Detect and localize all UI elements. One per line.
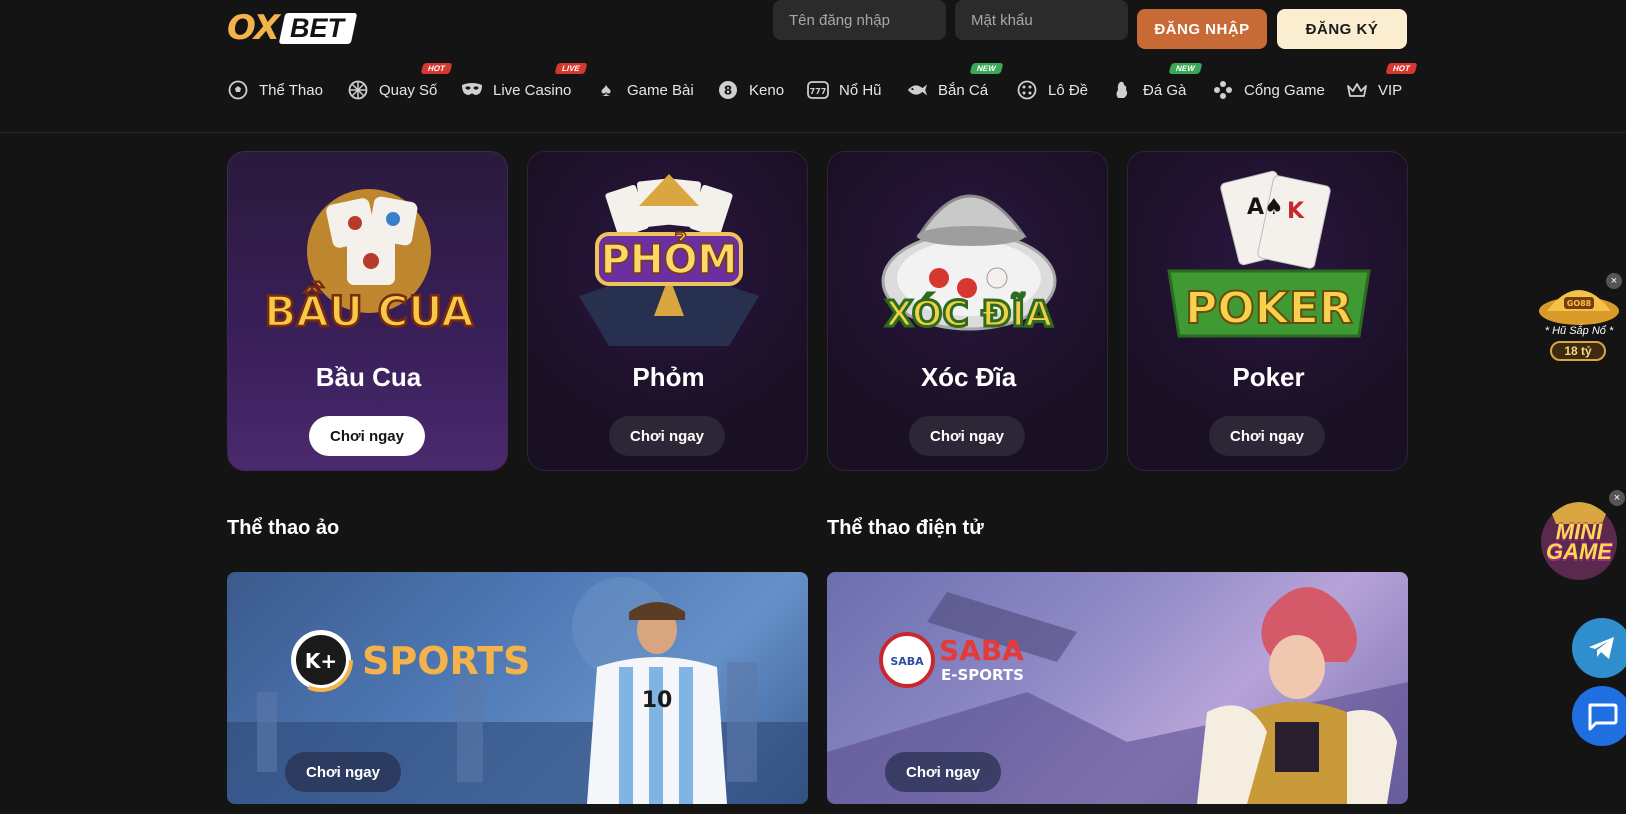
site-header: OX BET ĐĂNG NHẬP ĐĂNG KÝ Thể Thao Quay S…: [0, 0, 1626, 133]
game-title: Phỏm: [632, 362, 705, 392]
keno-ball-icon: 8: [717, 79, 739, 101]
svg-text:A♠: A♠: [1247, 195, 1284, 220]
rooster-icon: [1111, 79, 1133, 101]
jackpot-widget[interactable]: GO88 × * Hũ Sắp Nổ * 18 tỷ: [1532, 273, 1626, 367]
svg-text:K: K: [1287, 199, 1305, 224]
nav-item-ban-ca[interactable]: Bắn Cá NEW: [906, 63, 1004, 110]
live-badge: LIVE: [554, 63, 587, 74]
mask-icon: [461, 79, 483, 101]
gamepad-icon: [1212, 79, 1234, 101]
svg-text:BẦU CUA: BẦU CUA: [264, 281, 474, 336]
svg-text:PHỎM: PHỎM: [600, 230, 737, 283]
play-now-button[interactable]: Chơi ngay: [1209, 416, 1325, 456]
game-card-xoc-dia[interactable]: XÓC ĐĨA Xóc Đĩa Chơi ngay: [827, 151, 1108, 471]
hot-badge: HOT: [1385, 63, 1418, 74]
nav-item-no-hu[interactable]: 777 Nổ Hũ: [807, 70, 882, 110]
svg-text:K+: K+: [305, 649, 337, 673]
nav-item-live-casino[interactable]: Live Casino LIVE: [461, 63, 587, 110]
virtual-sports-banner[interactable]: K+ SPORTS 10 Chơi ngay: [227, 572, 808, 804]
svg-text:POKER: POKER: [1185, 283, 1353, 334]
svg-text:777: 777: [810, 87, 827, 96]
nav-item-game-bai[interactable]: ♠ Game Bài: [595, 70, 694, 110]
nav-label: Nổ Hũ: [839, 81, 882, 99]
nav-label: Cổng Game: [1244, 81, 1325, 99]
nav-label: Keno: [749, 81, 785, 99]
crown-icon: [1346, 79, 1368, 101]
svg-text:E-SPORTS: E-SPORTS: [941, 666, 1024, 684]
close-icon[interactable]: ×: [1606, 273, 1622, 289]
fish-icon: [906, 79, 928, 101]
svg-text:GO88: GO88: [1567, 299, 1592, 308]
chat-bubble-icon: [1588, 703, 1618, 731]
nav-item-quay-so[interactable]: Quay Số HOT: [347, 63, 453, 110]
nav-label: Live Casino: [493, 81, 572, 99]
logo-ox-text: OX: [227, 8, 280, 48]
play-now-button[interactable]: Chơi ngay: [285, 752, 401, 792]
nav-label: Thể Thao: [259, 81, 323, 99]
section-title-virtual-sports: Thể thao ảo: [227, 517, 340, 539]
site-logo[interactable]: OX BET: [227, 8, 358, 48]
nav-label: Game Bài: [627, 81, 694, 99]
nav-label: VIP: [1378, 81, 1403, 99]
svg-text:SABA: SABA: [890, 655, 924, 668]
game-card-phom[interactable]: PHỎM Phỏm Chơi ngay: [527, 151, 808, 471]
logo-bet-text: BET: [278, 13, 358, 44]
live-chat-button[interactable]: [1572, 686, 1626, 746]
close-icon[interactable]: ×: [1609, 490, 1625, 506]
play-now-button[interactable]: Chơi ngay: [909, 416, 1025, 456]
mini-game-label: MINI GAME: [1546, 519, 1612, 564]
username-input[interactable]: [773, 0, 946, 40]
slot-777-icon: 777: [807, 79, 829, 101]
bau-cua-artwork: BẦU CUA: [228, 166, 507, 356]
nav-item-lo-de[interactable]: Lô Đề: [1016, 70, 1088, 110]
game-title: Poker: [1232, 362, 1305, 392]
hot-badge: HOT: [421, 63, 453, 74]
game-title: Bầu Cua: [315, 362, 422, 392]
password-input[interactable]: [955, 0, 1128, 40]
nav-item-keno[interactable]: 8 Keno: [717, 70, 784, 110]
nav-item-cong-game[interactable]: Cổng Game: [1212, 70, 1325, 110]
jackpot-label: * Hũ Sắp Nổ *: [1544, 325, 1614, 337]
mini-game-widget[interactable]: × MINI GAME: [1532, 490, 1626, 582]
xoc-dia-artwork: XÓC ĐĨA: [828, 166, 1107, 356]
login-button[interactable]: ĐĂNG NHẬP: [1137, 9, 1267, 49]
phom-artwork: PHỎM: [528, 166, 807, 356]
game-title: Xóc Đĩa: [920, 362, 1017, 392]
svg-text:SPORTS: SPORTS: [362, 639, 530, 683]
section-title-esports: Thể thao điện tử: [827, 517, 984, 539]
svg-text:8: 8: [724, 84, 732, 98]
nav-item-da-ga[interactable]: Đá Gà NEW: [1111, 63, 1202, 110]
spade-icon: ♠: [600, 79, 612, 101]
svg-text:XÓC ĐĨA: XÓC ĐĨA: [885, 293, 1053, 335]
nav-label: Đá Gà: [1143, 81, 1187, 99]
nav-item-vip[interactable]: VIP HOT: [1346, 63, 1418, 110]
main-nav: Thể Thao Quay Số HOT Live Casino LIVE ♠ …: [0, 63, 1626, 110]
nav-label: Bắn Cá: [938, 81, 989, 99]
svg-text:SABA: SABA: [939, 634, 1024, 667]
jackpot-value: 18 tỷ: [1550, 341, 1606, 361]
telegram-button[interactable]: [1572, 618, 1626, 678]
telegram-icon: [1589, 637, 1614, 659]
game-card-poker[interactable]: A♠ K POKER Poker Chơi ngay: [1127, 151, 1408, 471]
nav-label: Quay Số: [379, 81, 438, 99]
esports-banner[interactable]: SABA SABA E-SPORTS Chơi ngay: [827, 572, 1408, 804]
new-badge: NEW: [969, 63, 1004, 74]
nav-item-the-thao[interactable]: Thể Thao: [227, 70, 323, 110]
new-badge: NEW: [1168, 63, 1202, 74]
game-card-bau-cua[interactable]: BẦU CUA Bầu Cua Chơi ngay: [227, 151, 508, 471]
poker-artwork: A♠ K POKER: [1128, 166, 1407, 356]
play-now-button[interactable]: Chơi ngay: [309, 416, 425, 456]
nav-label: Lô Đề: [1048, 81, 1089, 99]
lottery-ticket-icon: [1016, 79, 1038, 101]
play-now-button[interactable]: Chơi ngay: [609, 416, 725, 456]
lottery-wheel-icon: [347, 79, 369, 101]
soccer-ball-icon: [227, 79, 249, 101]
play-now-button[interactable]: Chơi ngay: [885, 752, 1001, 792]
svg-text:10: 10: [642, 688, 673, 713]
register-button[interactable]: ĐĂNG KÝ: [1277, 9, 1407, 49]
